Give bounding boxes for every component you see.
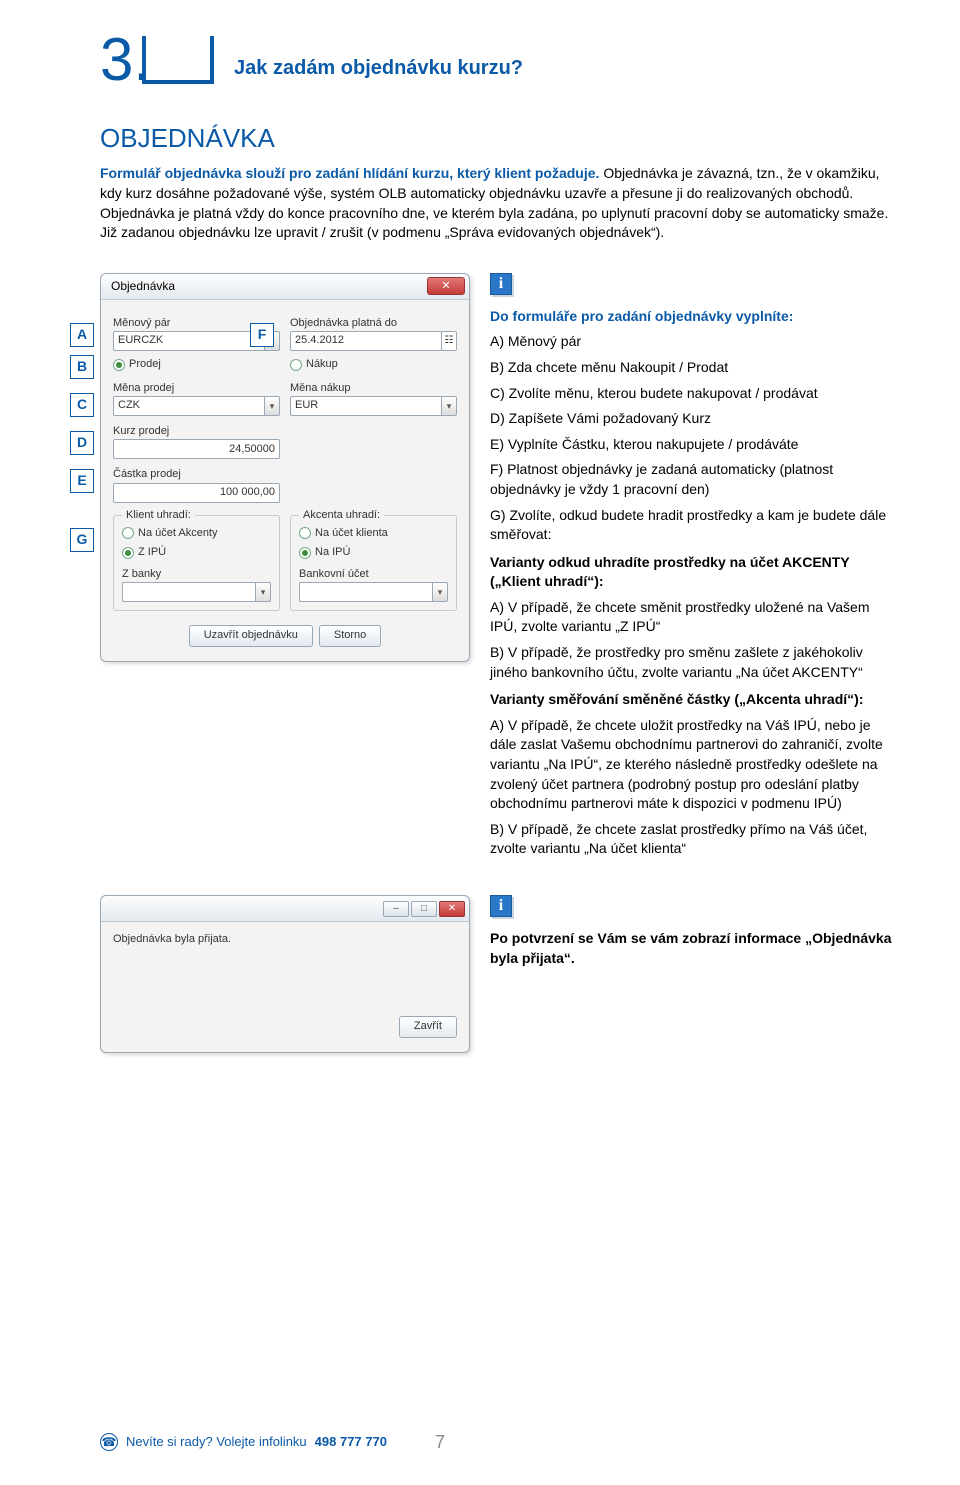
radio-dot-icon bbox=[113, 359, 125, 371]
label-to-client: Na účet klienta bbox=[315, 526, 388, 541]
close-icon[interactable]: ✕ bbox=[439, 901, 465, 917]
phone-icon: ☎ bbox=[100, 1433, 118, 1451]
label-sell-amt: Částka prodej bbox=[113, 467, 280, 482]
close-button[interactable]: Zavřít bbox=[399, 1016, 457, 1038]
chevron-down-icon[interactable]: ▾ bbox=[441, 396, 457, 416]
label-valid-to: Objednávka platná do bbox=[290, 316, 457, 331]
radio-dot-icon bbox=[299, 527, 311, 539]
chevron-down-icon[interactable]: ▾ bbox=[432, 582, 448, 602]
pair-value: EURCZK bbox=[113, 331, 264, 351]
lead-text: Formulář objednávka slouží pro zadání hl… bbox=[100, 164, 900, 242]
callout-B: B bbox=[70, 355, 94, 379]
group-client-pays: Klient uhradí: Na účet Akcenty Z IPÚ Z b… bbox=[113, 515, 280, 611]
valid-to-value[interactable]: 25.4.2012 bbox=[290, 331, 442, 351]
section-title: OBJEDNÁVKA bbox=[100, 120, 900, 156]
sell-amt-input[interactable]: 100 000,00 bbox=[113, 483, 280, 503]
confirm-titlebar: – □ ✕ bbox=[101, 896, 469, 922]
label-to-akcenta: Na účet Akcenty bbox=[138, 526, 218, 541]
radio-sell[interactable]: Prodej bbox=[113, 357, 280, 372]
radio-buy[interactable]: Nákup bbox=[290, 357, 457, 372]
chapter-decor bbox=[142, 36, 214, 84]
radio-to-akcenta[interactable]: Na účet Akcenty bbox=[122, 526, 271, 541]
info-heading: Do formuláře pro zadání objednávky vypln… bbox=[490, 307, 900, 327]
bank-acct-combo[interactable]: ▾ bbox=[299, 582, 448, 602]
label-sell: Prodej bbox=[129, 357, 161, 372]
cancel-button[interactable]: Storno bbox=[319, 625, 381, 647]
sell-rate-input[interactable]: 24,50000 bbox=[113, 439, 280, 459]
group-akcenta-pays: Akcenta uhradí: Na účet klienta Na IPÚ B… bbox=[290, 515, 457, 611]
info-block-2: i Po potvrzení se Vám se vám zobrazí inf… bbox=[490, 895, 900, 1053]
sell-ccy-combo[interactable]: CZK ▾ bbox=[113, 396, 280, 416]
callout-G: G bbox=[70, 528, 94, 552]
calendar-icon[interactable]: ☷ bbox=[441, 331, 457, 351]
info-item: G) Zvolíte, odkud budete hradit prostřed… bbox=[490, 506, 900, 545]
close-icon[interactable]: ✕ bbox=[427, 277, 465, 295]
variants2-title: Varianty směřování směněné částky („Akce… bbox=[490, 690, 900, 710]
radio-from-ipu[interactable]: Z IPÚ bbox=[122, 545, 271, 560]
footer-phone: 498 777 770 bbox=[315, 1433, 387, 1451]
minimize-icon[interactable]: – bbox=[383, 901, 409, 917]
info-item: E) Vyplníte Částku, kterou nakupujete / … bbox=[490, 435, 900, 455]
confirm-dialog: – □ ✕ Objednávka byla přijata. Zavřít bbox=[100, 895, 470, 1053]
variants2-item: A) V případě, že chcete uložit prostředk… bbox=[490, 716, 900, 814]
radio-dot-icon bbox=[290, 359, 302, 371]
label-sell-ccy: Měna prodej bbox=[113, 381, 280, 396]
variants1-title: Varianty odkud uhradíte prostředky na úč… bbox=[490, 553, 900, 592]
variants1-item: A) V případě, že chcete směnit prostředk… bbox=[490, 598, 900, 637]
callout-D: D bbox=[70, 431, 94, 455]
page-footer: ☎ Nevíte si rady? Volejte infolinku 498 … bbox=[100, 1430, 900, 1455]
footer-text: Nevíte si rady? Volejte infolinku bbox=[126, 1433, 307, 1451]
callout-A: A bbox=[70, 323, 94, 347]
dialog-screenshot: A B C D E F G Objednávka ✕ Měnový pár EU… bbox=[100, 273, 470, 865]
chevron-down-icon[interactable]: ▾ bbox=[264, 396, 280, 416]
info-item: F) Platnost objednávky je zadaná automat… bbox=[490, 460, 900, 499]
info-item: A) Měnový pár bbox=[490, 332, 900, 352]
dialog-title: Objednávka bbox=[111, 278, 175, 295]
buy-ccy-combo[interactable]: EUR ▾ bbox=[290, 396, 457, 416]
callout-E: E bbox=[70, 469, 94, 493]
dialog-titlebar: Objednávka ✕ bbox=[101, 274, 469, 300]
group-title-client: Klient uhradí: bbox=[122, 508, 195, 523]
label-buy: Nákup bbox=[306, 357, 338, 372]
from-bank-combo[interactable]: ▾ bbox=[122, 582, 271, 602]
chapter-title: Jak zadám objednávku kurzu? bbox=[234, 54, 523, 82]
from-bank-value bbox=[122, 582, 255, 602]
info-item: C) Zvolíte měnu, kterou budete nakupovat… bbox=[490, 384, 900, 404]
lead-span: Formulář objednávka slouží pro zadání hl… bbox=[100, 165, 599, 181]
radio-dot-icon bbox=[122, 527, 134, 539]
label-to-ipu: Na IPÚ bbox=[315, 545, 350, 560]
info-icon: i bbox=[490, 895, 512, 917]
radio-to-ipu[interactable]: Na IPÚ bbox=[299, 545, 448, 560]
group-title-akcenta: Akcenta uhradí: bbox=[299, 508, 384, 523]
chapter-header: 3. Jak zadám objednávku kurzu? bbox=[100, 30, 900, 90]
buy-ccy-value: EUR bbox=[290, 396, 441, 416]
variants1-item: B) V případě, že prostředky pro směnu za… bbox=[490, 643, 900, 682]
confirm-message: Objednávka byla přijata. bbox=[113, 932, 457, 947]
info-item: B) Zda chcete měnu Nakoupit / Prodat bbox=[490, 358, 900, 378]
radio-to-client[interactable]: Na účet klienta bbox=[299, 526, 448, 541]
bank-acct-value bbox=[299, 582, 432, 602]
label-bank-acct: Bankovní účet bbox=[299, 567, 448, 582]
label-sell-rate: Kurz prodej bbox=[113, 424, 280, 439]
page-number: 7 bbox=[435, 1430, 445, 1455]
radio-dot-icon bbox=[122, 547, 134, 559]
confirm-dialog-wrap: – □ ✕ Objednávka byla přijata. Zavřít bbox=[100, 895, 470, 1053]
chevron-down-icon[interactable]: ▾ bbox=[255, 582, 271, 602]
info-block-1: i Do formuláře pro zadání objednávky vyp… bbox=[490, 273, 900, 865]
label-from-ipu: Z IPÚ bbox=[138, 545, 166, 560]
variants2-item: B) V případě, že chcete zaslat prostředk… bbox=[490, 820, 900, 859]
sell-ccy-value: CZK bbox=[113, 396, 264, 416]
maximize-icon[interactable]: □ bbox=[411, 901, 437, 917]
submit-button[interactable]: Uzavřít objednávku bbox=[189, 625, 313, 647]
radio-dot-icon bbox=[299, 547, 311, 559]
info-icon: i bbox=[490, 273, 512, 295]
callout-F: F bbox=[250, 323, 274, 347]
label-from-bank: Z banky bbox=[122, 567, 271, 582]
info-item: D) Zapíšete Vámi požadovaný Kurz bbox=[490, 409, 900, 429]
confirm-info: Po potvrzení se Vám se vám zobrazí infor… bbox=[490, 929, 900, 968]
order-dialog: Objednávka ✕ Měnový pár EURCZK ▾ Objedná… bbox=[100, 273, 470, 662]
label-buy-ccy: Měna nákup bbox=[290, 381, 457, 396]
callout-C: C bbox=[70, 393, 94, 417]
